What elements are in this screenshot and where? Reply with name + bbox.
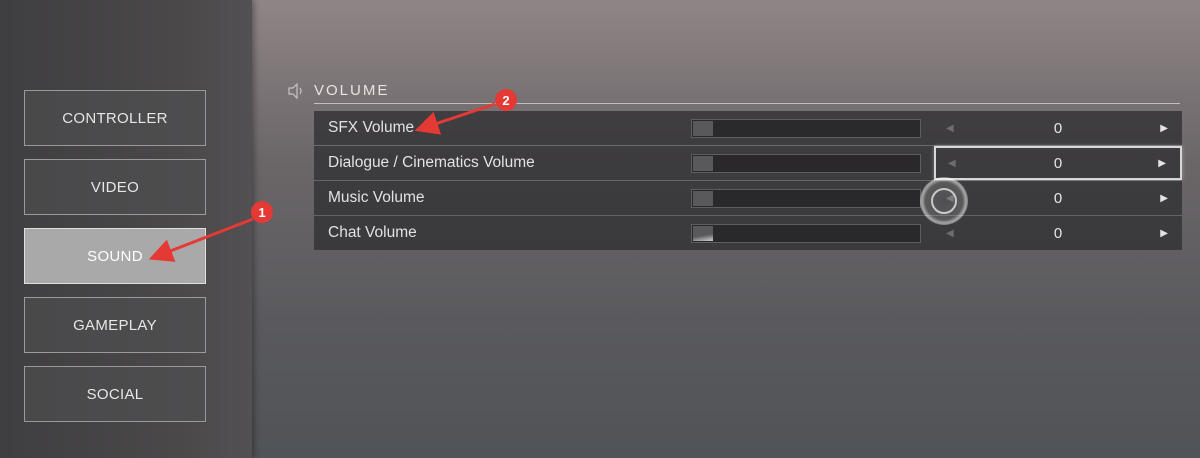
setting-label: Music Volume: [328, 189, 425, 206]
setting-row-dialogue-volume[interactable]: Dialogue / Cinematics Volume ◀ 0 ▶: [314, 146, 1183, 180]
settings-screen: CONTROLLER VIDEO SOUND GAMEPLAY SOCIAL V…: [0, 0, 1200, 458]
slider-handle[interactable]: [693, 121, 713, 136]
settings-sidebar: CONTROLLER VIDEO SOUND GAMEPLAY SOCIAL: [0, 0, 252, 458]
volume-settings-list: SFX Volume ◀ 0 ▶ Dialogue / Cinematics V…: [314, 111, 1183, 251]
section-title: VOLUME: [314, 82, 390, 99]
tab-video[interactable]: VIDEO: [24, 159, 206, 215]
tab-social[interactable]: SOCIAL: [24, 366, 206, 422]
increase-arrow-icon[interactable]: ▶: [1160, 193, 1168, 204]
dialogue-volume-stepper[interactable]: ◀ 0 ▶: [934, 146, 1182, 180]
setting-label: SFX Volume: [328, 119, 415, 136]
setting-label: Chat Volume: [328, 224, 417, 241]
stepper-value: 0: [1053, 154, 1063, 172]
section-header: VOLUME: [288, 82, 389, 99]
chat-volume-slider[interactable]: [691, 224, 921, 243]
tab-gameplay[interactable]: GAMEPLAY: [24, 297, 206, 353]
slider-handle[interactable]: [693, 191, 713, 206]
chat-volume-stepper[interactable]: ◀ 0 ▶: [934, 216, 1182, 250]
increase-arrow-icon[interactable]: ▶: [1160, 228, 1168, 239]
annotation-badge-1: 1: [251, 201, 273, 223]
stepper-value: 0: [1053, 119, 1063, 137]
increase-arrow-icon[interactable]: ▶: [1160, 123, 1168, 134]
tab-sound[interactable]: SOUND: [24, 228, 206, 284]
stepper-value: 0: [1053, 224, 1063, 242]
speaker-icon: [288, 82, 302, 99]
dialogue-volume-slider[interactable]: [691, 154, 921, 173]
slider-handle[interactable]: [693, 156, 713, 171]
slider-handle[interactable]: [693, 226, 713, 241]
setting-row-music-volume[interactable]: Music Volume ◀ 0 ▶: [314, 181, 1183, 215]
setting-row-chat-volume[interactable]: Chat Volume ◀ 0 ▶: [314, 216, 1183, 250]
stepper-value: 0: [1053, 189, 1063, 207]
increase-arrow-icon[interactable]: ▶: [1158, 158, 1166, 169]
setting-label: Dialogue / Cinematics Volume: [328, 154, 535, 171]
tab-controller[interactable]: CONTROLLER: [24, 90, 206, 146]
music-volume-slider[interactable]: [691, 189, 921, 208]
music-volume-stepper[interactable]: ◀ 0 ▶: [934, 181, 1182, 215]
sfx-volume-slider[interactable]: [691, 119, 921, 138]
sfx-volume-stepper[interactable]: ◀ 0 ▶: [934, 111, 1182, 145]
annotation-badge-2: 2: [495, 89, 517, 111]
setting-row-sfx-volume[interactable]: SFX Volume ◀ 0 ▶: [314, 111, 1183, 145]
section-divider: [314, 103, 1180, 104]
